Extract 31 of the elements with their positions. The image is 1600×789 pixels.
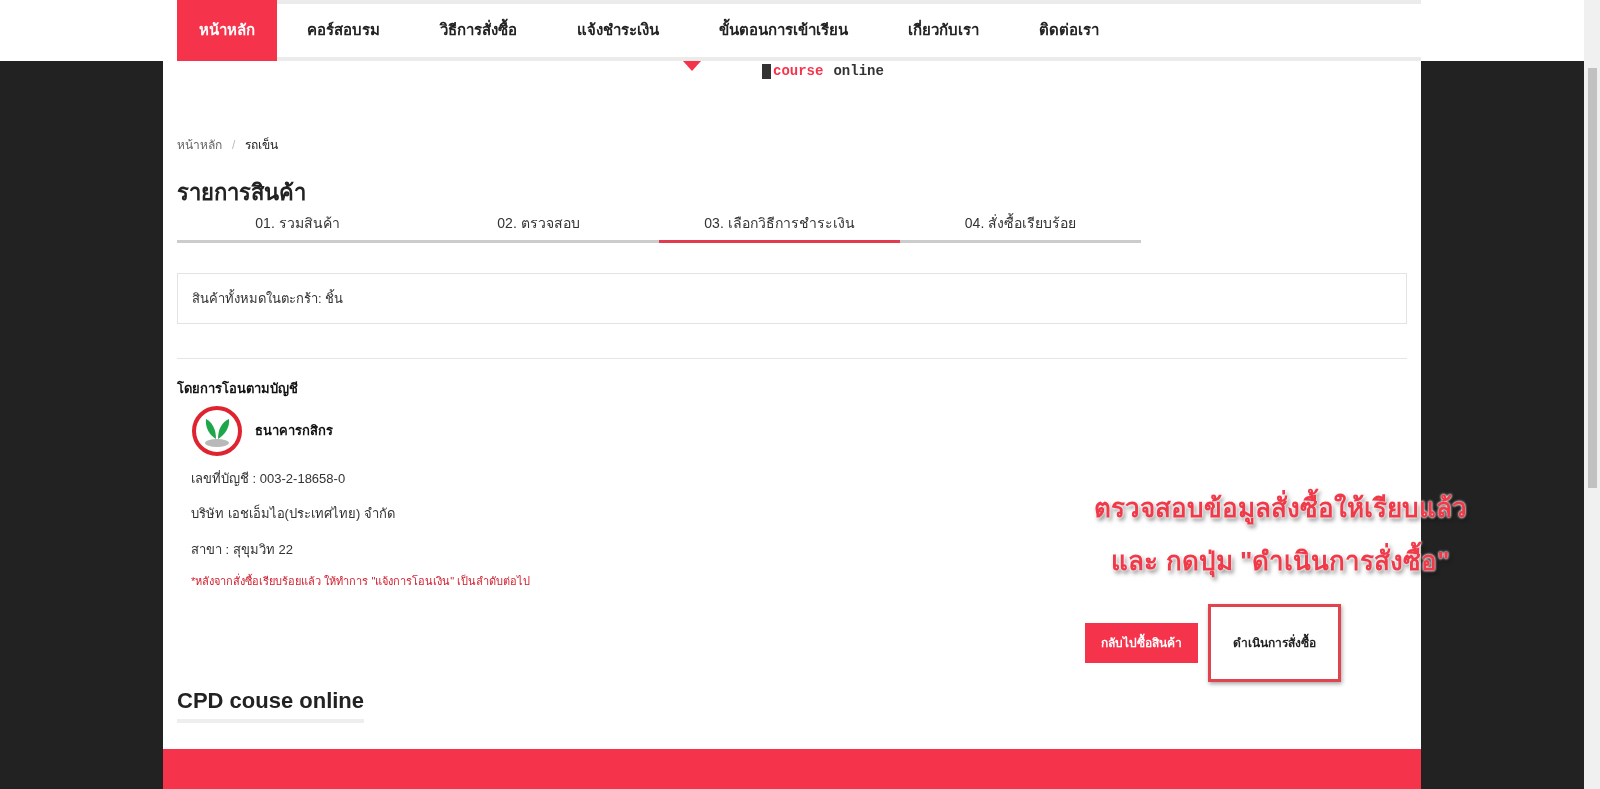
logo-word: online [833,62,884,81]
account-detail: เลขที่บัญชี : 003-2-18658-0 [191,469,347,488]
breadcrumb-item[interactable]: หน้าหลัก [177,136,222,154]
nav-link[interactable]: แจ้งชำระเงิน [547,4,689,57]
account-detail: บริษัท เอชเอ็มไอ(ประเทศไทย) จำกัด [191,504,396,523]
order-button[interactable]: ดำเนินการสั่งซื้อ [1208,603,1341,682]
nav-link[interactable]: ขั้นตอนการเข้าเรียน [689,4,878,57]
step-tab[interactable]: 04. สั่งซื้อเรียบร้อย [900,213,1141,243]
transfer-note: *หลังจากสั่งซื้อเรียบร้อยแล้ว ให้ทำการ "แจ้งการโอนเงิน" เป็นลำดับต่อไป [191,573,531,589]
account-detail: สาขา : สุขุมวิท 22 [191,540,294,559]
step-tab[interactable]: 01. รวมสินค้า [177,213,418,243]
step-tab[interactable]: 02. ตรวจสอบ [418,213,659,243]
triangle-icon [683,61,701,71]
scrollbar[interactable] [1584,0,1600,789]
cart-summary-text: สินค้าทั้งหมดในตะกร้า: ชิ้น [192,288,344,308]
logo-word: course [773,62,824,81]
nav-link[interactable]: หน้าหลัก [177,0,277,61]
nav-link[interactable]: เกี่ยวกับเรา [878,4,1009,57]
nav-link[interactable]: วิธีการสั่งซื้อ [410,4,547,57]
breadcrumb-item: รถเข็น [245,136,279,154]
payment-heading: โดยการโอนตามบัญชี [177,380,299,399]
leaf-logo-icon [191,404,243,457]
nav-link[interactable]: คอร์สอบรม [277,4,410,57]
back-button[interactable]: กลับไปซื้อสินค้า [1085,622,1198,663]
breadcrumb-separator: / [232,137,236,154]
page-title: รายการสินค้า [177,179,307,207]
step-tab[interactable]: 03. เลือกวิธีการชำระเงิน [659,213,900,243]
bank-name: ธนาคารกสิกร [255,421,333,440]
footer-title: CPD couse online [177,683,365,723]
nav-link[interactable]: ติดต่อเรา [1009,4,1129,57]
cursor-block [762,64,771,79]
